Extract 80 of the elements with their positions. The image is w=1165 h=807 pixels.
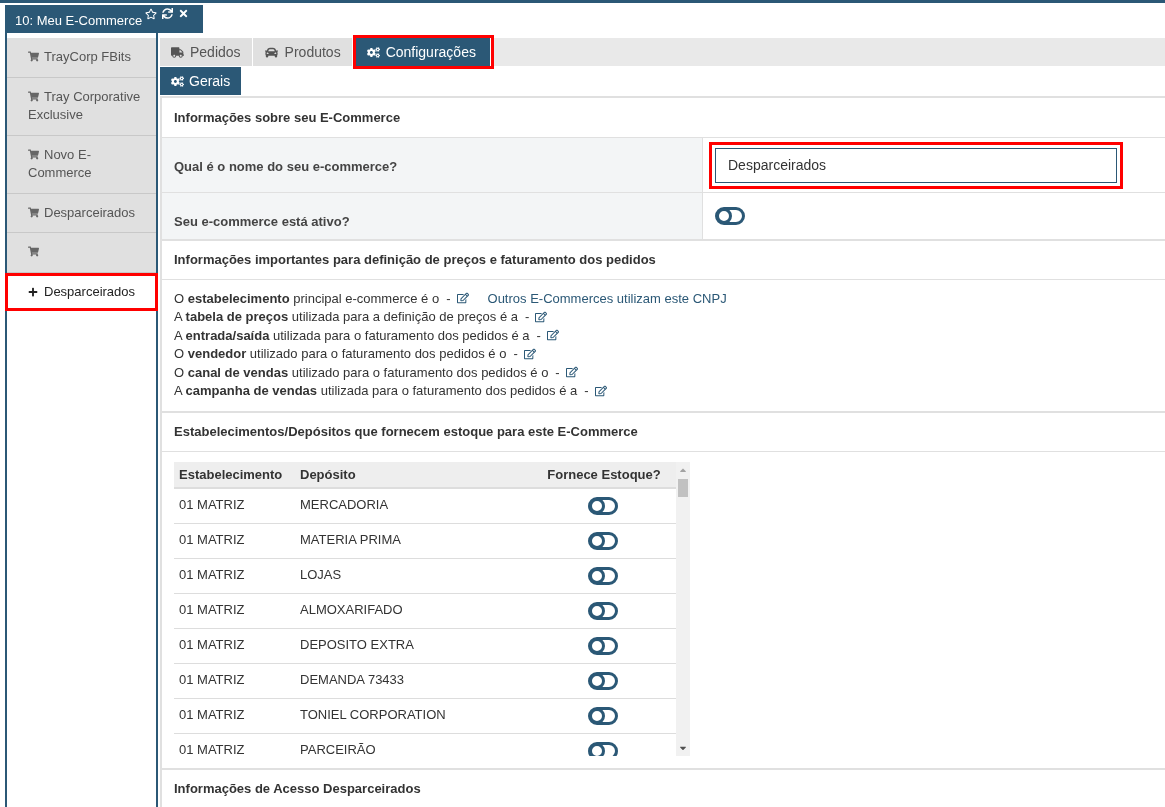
tab[interactable]: Configurações (355, 38, 491, 66)
table-cell-text: 01 MATRIZ (178, 496, 246, 514)
cart-icon (28, 148, 39, 160)
table-cell-text: MERCADORIA (300, 496, 390, 514)
toggle-switch[interactable] (588, 637, 618, 655)
info-value: - (525, 308, 530, 326)
toggle-switch[interactable] (588, 602, 618, 620)
cart-icon (28, 51, 39, 62)
edit-icon[interactable] (546, 329, 559, 342)
window-tab[interactable]: 10: Meu E-Commerce (5, 5, 203, 33)
info-value: - (555, 363, 560, 382)
info-text: O estabelecimento principal e-commerce é o (174, 289, 440, 308)
window-tab-title: 10: Meu E-Commerce (15, 11, 143, 30)
table-cell-text: MATERIA PRIMA (300, 531, 402, 549)
table-cell-text: 01 MATRIZ (178, 566, 246, 584)
edit-icon[interactable] (594, 384, 607, 397)
tab[interactable]: Produtos (252, 38, 353, 66)
info-value: - (446, 289, 451, 308)
column-header: Depósito (300, 465, 357, 484)
edit-icon[interactable] (565, 366, 578, 379)
sidebar-item[interactable]: Desparceirados (7, 193, 156, 233)
toggle-switch[interactable] (588, 532, 618, 550)
text-field[interactable]: Desparceirados (715, 147, 1117, 183)
table-cell-text: LOJAS (300, 566, 343, 584)
toggle-switch[interactable] (588, 707, 618, 725)
toggle-switch[interactable] (588, 567, 618, 585)
edit-icon[interactable] (456, 292, 469, 305)
table-cell-text: 01 MATRIZ (178, 601, 246, 619)
table-cell-text: 01 MATRIZ (178, 531, 246, 549)
refresh-icon[interactable] (162, 8, 174, 19)
section-title: Informações importantes para definição de preços e faturamento dos pedidos (174, 251, 656, 270)
edit-icon[interactable] (523, 347, 536, 360)
info-value: - (513, 345, 518, 363)
field-label: Qual é o nome do seu e-commerce? (174, 159, 398, 174)
info-text: A entrada/saída utilizada para o faturamento dos pedidos é a (174, 326, 530, 345)
field-label: Seu e-commerce está ativo? (174, 214, 350, 229)
table-cell-text: 01 MATRIZ (178, 671, 246, 689)
edit-icon[interactable] (535, 310, 548, 323)
table-cell-text: DEPOSITO EXTRA (300, 636, 415, 654)
plus-icon (28, 286, 38, 297)
section-title: Informações sobre seu E-Commerce (174, 108, 401, 127)
section-title: Informações de Acesso Desparceirados (174, 780, 421, 799)
table-cell-text: TONIEL CORPORATION (300, 706, 447, 724)
table-cell-text: 01 MATRIZ (178, 706, 246, 724)
star-icon[interactable] (145, 8, 158, 20)
toggle-switch[interactable] (715, 207, 745, 225)
info-text: O vendedor utilizado para o faturamento dos pedidos é o (174, 345, 507, 363)
toggle-switch[interactable] (588, 742, 618, 756)
scrollbar[interactable] (676, 462, 690, 756)
gears-icon (366, 45, 380, 59)
table-cell-text: 01 MATRIZ (178, 636, 246, 654)
toggle-switch[interactable] (588, 497, 618, 515)
info-text: A campanha de vendas utilizada para o faturamento dos pedidos é a (174, 382, 578, 400)
column-header: Fornece Estoque? (546, 465, 662, 484)
table-cell-text: DEMANDA 73433 (300, 671, 406, 689)
table-cell-text: PARCEIRÃO (300, 741, 377, 756)
sidebar-item[interactable]: TrayCorp FBits (7, 38, 156, 78)
section-title: Estabelecimentos/Depósitos que fornecem estoque para este E-Commerce (174, 423, 638, 442)
gears-icon (171, 74, 184, 88)
info-value: - (584, 382, 589, 400)
sidebar-item[interactable]: Novo E-Commerce (7, 135, 156, 194)
toggle-switch[interactable] (588, 672, 618, 690)
cnpj-link[interactable]: Outros E-Commerces utilizam este CNPJ (487, 288, 727, 308)
truck-icon (171, 45, 184, 59)
info-text: O canal de vendas utilizado para o faturamento dos pedidos é o (174, 363, 549, 382)
table-cell-text: ALMOXARIFADO (300, 601, 404, 619)
sidebar-item[interactable]: Desparceirados (7, 274, 156, 309)
info-text: A tabela de preços utilizada para a definição de preços é a (174, 308, 518, 326)
car-icon (263, 45, 279, 59)
column-header: Estabelecimento (178, 465, 284, 484)
sidebar-item[interactable]: Tray Corporative Exclusive (7, 77, 156, 136)
scroll-thumb[interactable] (678, 479, 688, 497)
table-cell-text: 01 MATRIZ (178, 741, 246, 756)
tab[interactable]: Pedidos (160, 38, 253, 66)
cart-icon (28, 90, 39, 102)
close-icon[interactable] (178, 8, 190, 19)
cart-icon (28, 246, 39, 257)
cart-icon (28, 206, 39, 218)
info-value: - (536, 326, 541, 345)
subtab[interactable]: Gerais (160, 67, 242, 95)
